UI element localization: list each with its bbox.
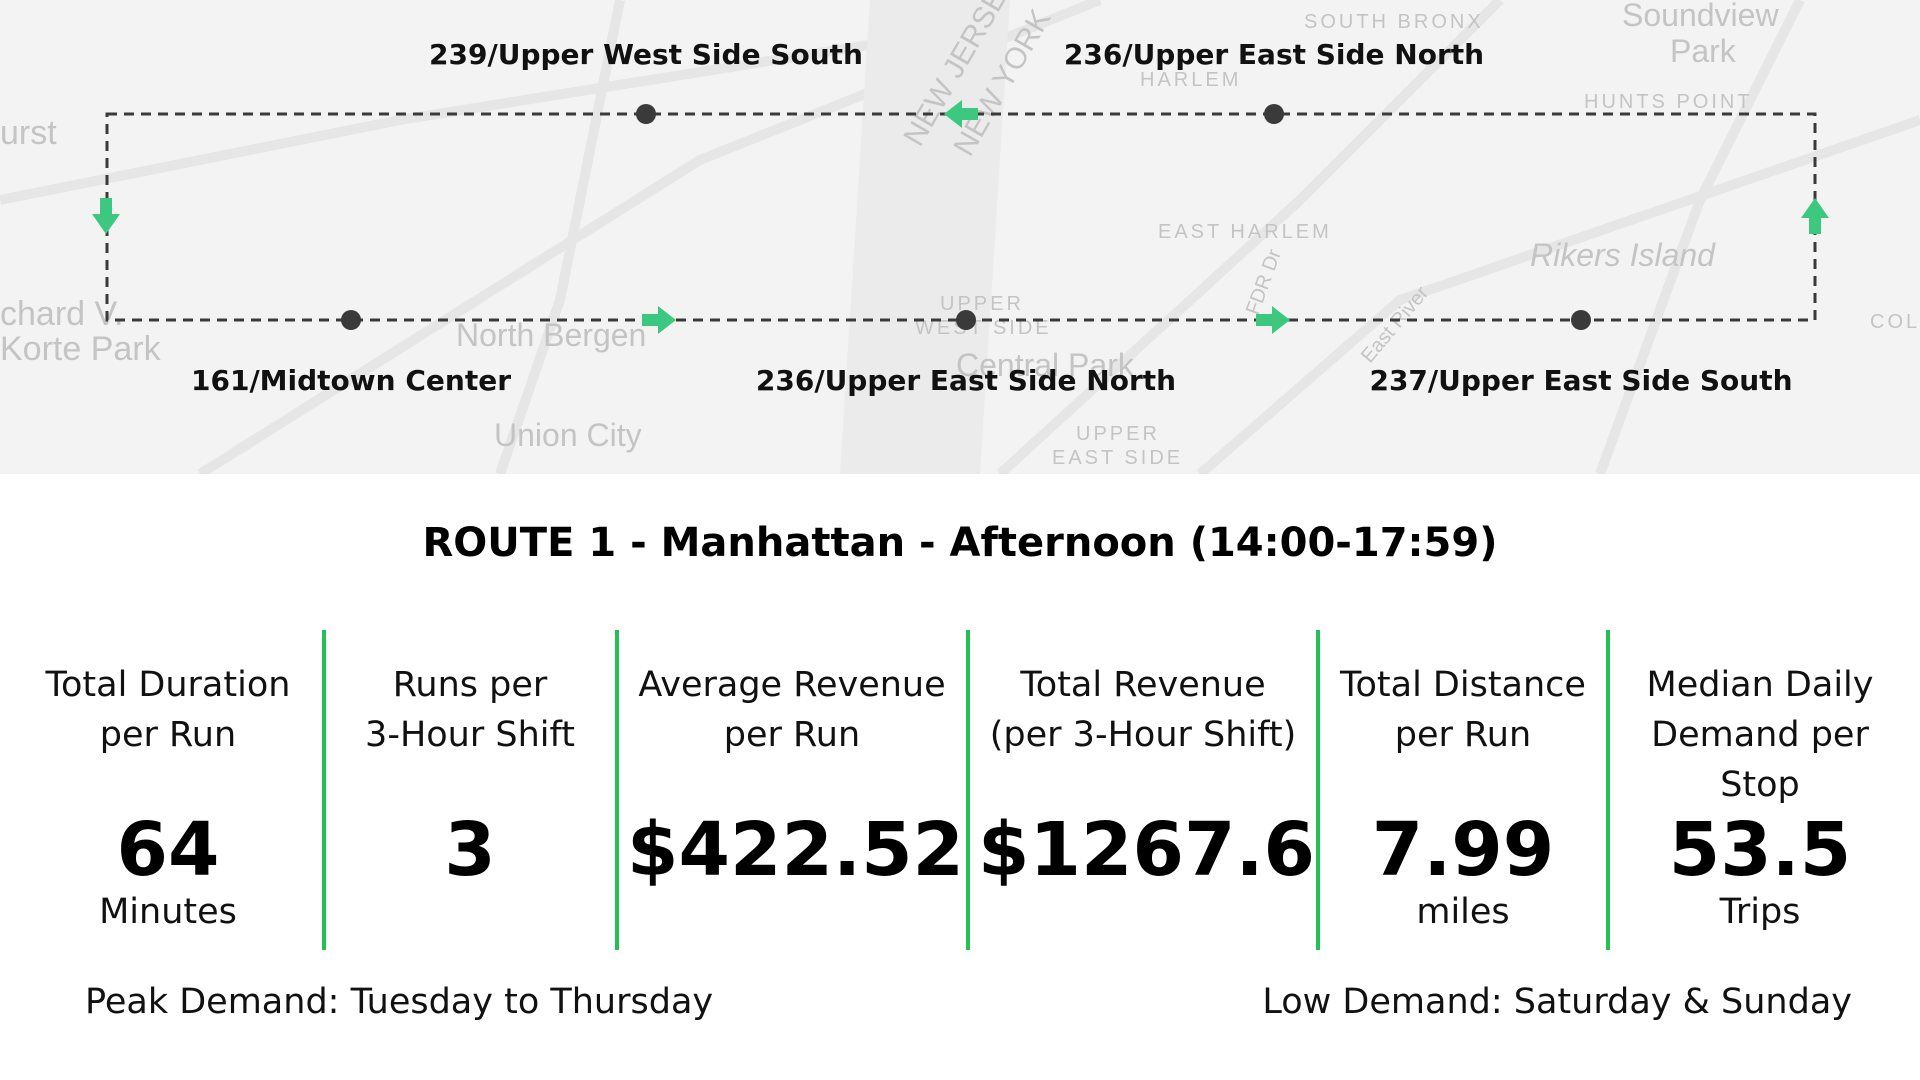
map-label: EAST HARLEM [1158,221,1332,243]
divider [322,630,326,950]
map-label: North Bergen [456,317,646,353]
divider [1316,630,1320,950]
map-label: SOUTH BRONX [1304,11,1484,33]
stat-runs-per-shift: Runs per 3-Hour Shift 3 [334,660,606,890]
map-water [840,0,1010,474]
stat-average-revenue: Average Revenue per Run $422.52 [627,660,965,893]
divider [1606,630,1610,950]
stop-dot-bottom-right [1571,310,1591,330]
map-label: Rikers Island [1530,237,1716,273]
peak-demand-note: Peak Demand: Tuesday to Thursday [85,982,714,1022]
stat-value: 3 [444,807,496,893]
stat-value: $422.52 [627,807,965,893]
stop-label-bottom-left: 161/Midtown Center [190,364,512,397]
stat-label: Total Distance per Run [1340,665,1586,755]
stop-label-bottom-right: 237/Upper East Side South [1369,364,1793,397]
stat-unit: miles [1416,892,1510,932]
stat-value: $1267.6 [978,807,1316,893]
map-label: Union City [494,417,642,453]
stop-dot-top-left [636,104,656,124]
map-label: COL [1870,311,1920,333]
map-label: Park [1670,33,1737,69]
stop-label-top-right: 236/Upper East Side North [1063,38,1485,71]
stat-total-distance: Total Distance per Run 7.99 miles [1328,660,1598,934]
divider [615,630,619,950]
stat-value: 64 [116,807,220,893]
stop-dot-bottom-mid [956,310,976,330]
divider [966,630,970,950]
map-label: HARLEM [1140,69,1241,91]
stat-label: Total Duration per Run [45,665,291,755]
stop-dot-top-right [1264,104,1284,124]
map-label: chard V. [0,295,124,333]
route-title: ROUTE 1 - Manhattan - Afternoon (14:00-1… [422,520,1498,566]
stat-total-duration: Total Duration per Run 64 Minutes [28,660,308,934]
stat-median-demand: Median Daily Demand per Stop 53.5 Trips [1620,660,1900,934]
stat-unit: Trips [1719,892,1801,932]
map-label: EAST SIDE [1052,447,1183,469]
map-label: Soundview [1622,0,1779,33]
low-demand-note: Low Demand: Saturday & Sunday [1262,982,1852,1022]
stat-total-revenue: Total Revenue (per 3-Hour Shift) $1267.6 [978,660,1316,893]
stat-label: Median Daily Demand per Stop [1646,665,1874,805]
stat-label: Total Revenue (per 3-Hour Shift) [989,665,1297,755]
stat-value: 7.99 [1371,807,1555,893]
stop-label-top-left: 239/Upper West Side South [429,38,863,71]
stat-value: 53.5 [1668,807,1852,893]
route-map: urst chard V. Korte Park North Bergen Un… [0,0,1920,474]
stat-unit: Minutes [99,892,237,932]
map-label: UPPER [1076,423,1160,445]
map-label: UPPER [940,293,1024,315]
map-label: Korte Park [0,330,162,368]
stat-label: Average Revenue per Run [638,665,946,755]
map-label: urst [0,114,57,152]
stop-dot-bottom-left [341,310,361,330]
stop-label-bottom-mid: 236/Upper East Side North [755,364,1177,397]
map-label: HUNTS POINT [1584,91,1753,113]
stat-label: Runs per 3-Hour Shift [365,665,575,755]
